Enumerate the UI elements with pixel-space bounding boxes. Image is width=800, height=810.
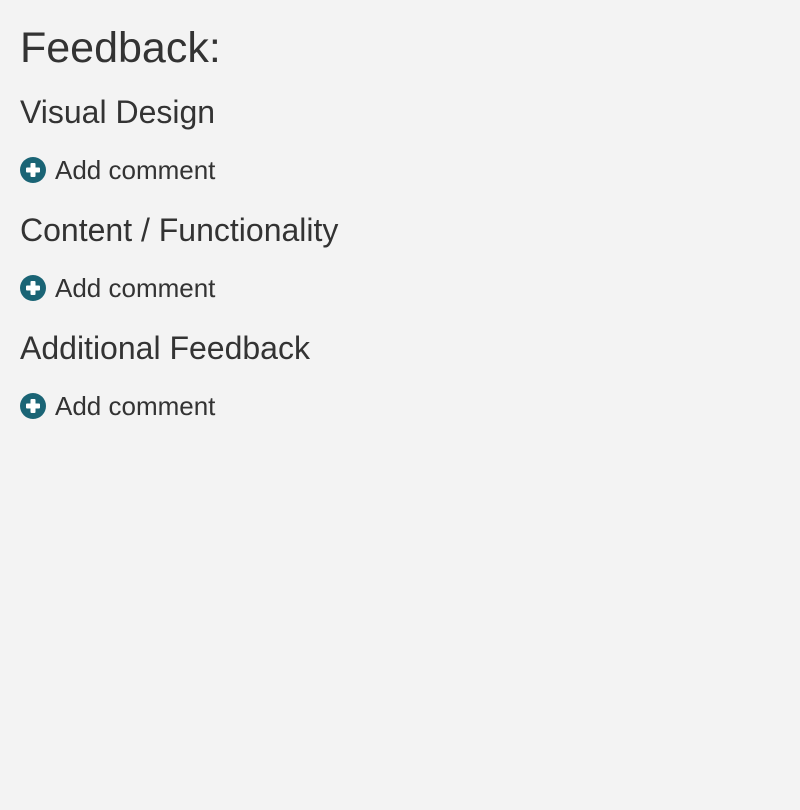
add-comment-label: Add comment (55, 273, 216, 303)
plus-circle-icon (20, 275, 46, 301)
page-title: Feedback: (20, 24, 221, 72)
section-title-visual-design: Visual Design (20, 94, 216, 130)
section-title-additional-feedback: Additional Feedback (20, 330, 310, 366)
add-comment-button-visual-design[interactable]: Add comment (20, 154, 215, 186)
add-comment-button-content-functionality[interactable]: Add comment (20, 272, 215, 304)
add-comment-button-additional-feedback[interactable]: Add comment (20, 390, 215, 422)
plus-circle-icon (20, 157, 46, 183)
add-comment-label: Add comment (55, 155, 216, 185)
plus-circle-icon (20, 393, 46, 419)
add-comment-label: Add comment (55, 391, 216, 421)
section-title-content-functionality: Content / Functionality (20, 212, 339, 248)
